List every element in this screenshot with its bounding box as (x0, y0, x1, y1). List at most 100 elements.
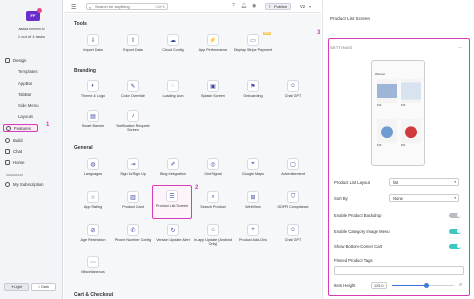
tile-blog-integration[interactable]: ✐ Blog Integration (153, 154, 193, 186)
tile-export-data[interactable]: ⇧ Export Data (113, 30, 153, 62)
tile-onboarding[interactable]: ⚑ Onboarding (233, 76, 273, 108)
backdrop-toggle[interactable] (449, 212, 461, 218)
tile-product-list-screen[interactable]: ☰ Product List Screen (152, 185, 192, 219)
help-icon[interactable]: ? (232, 3, 235, 9)
tile-advertisement[interactable]: ▢ Advertisement (273, 154, 313, 186)
light-mode-button[interactable]: ☀ Light (4, 283, 29, 291)
tile-label: Phone Number Config (114, 238, 152, 242)
sidebar-item-tabbar[interactable]: TabBar (18, 91, 32, 98)
preview-icon[interactable]: ◉ (252, 3, 256, 9)
sidebar-item-label: Build (13, 137, 23, 143)
tile-gdpr-compliance[interactable]: ⛉ GDPR Compliance (273, 187, 313, 219)
collapse-icon[interactable]: — (458, 44, 462, 49)
tile-loading-icon[interactable]: ◌ Loading Icon (153, 76, 193, 108)
top-bar: ☰ ⌕ Search for anything Ctrl+K ? 🔔︎ ◉ ⇪ … (64, 0, 321, 13)
upload-icon: ⇪ (268, 4, 272, 9)
tile-notification-request[interactable]: ♪ Notification Request Screen (113, 106, 153, 138)
tile-label: Display Stripe Payment (233, 48, 273, 52)
sidebar-item-label: My Subscription (13, 181, 44, 187)
task-progress[interactable]: 1 out of 4 tasks (0, 34, 63, 39)
tile-chat-gpt-general[interactable]: ☺ Chat GPT (273, 220, 313, 252)
sidebar-item-templates[interactable]: Templates (18, 68, 38, 75)
item-height-input[interactable]: 125.0 (371, 281, 387, 289)
tile-product-add-ons[interactable]: + Product Add-Ons (233, 220, 273, 252)
tile-languages[interactable]: ◍ Languages (73, 154, 113, 186)
preview-product-image (401, 79, 421, 103)
version-select[interactable]: V2 (300, 4, 305, 9)
tile-search-product[interactable]: ⌕ Search Product (193, 187, 233, 219)
step-marker-3: 3 (317, 30, 321, 36)
addon-icon: + (247, 224, 259, 236)
category-toggle[interactable] (449, 228, 461, 234)
cart-toggle[interactable] (449, 243, 461, 249)
search-icon: ⌕ (207, 191, 219, 203)
palette-icon: ◐ (87, 80, 99, 92)
tile-label: In-app Update (Android Only) (193, 238, 233, 247)
tile-label: App Rating (83, 205, 103, 209)
bell-icon[interactable]: 🔔︎ (241, 3, 247, 9)
search-placeholder: Search for anything (95, 4, 130, 9)
tile-sign-in[interactable]: ⇥ Sign In/Sign Up (113, 154, 153, 186)
phone-preview: Women $29 $35 $48 $52 (371, 60, 425, 166)
slider-knob[interactable] (423, 282, 429, 288)
tile-in-app-update[interactable]: ⌂ In-app Update (Android Only) (193, 220, 233, 252)
preview-product-image (377, 79, 397, 103)
layout-select[interactable]: list ▾ (389, 178, 459, 186)
tile-app-rating[interactable]: ☆ App Rating (73, 187, 113, 219)
tile-color-override[interactable]: ✎ Color Override (113, 76, 153, 108)
sidebar-item-home[interactable]: Home (5, 158, 24, 166)
sidebar-item-appbar[interactable]: AppBar (18, 80, 32, 87)
panel-title: Product List Screen (330, 16, 371, 21)
tile-label: Product Add-Ons (238, 238, 268, 242)
tile-label: Splash Screen (201, 94, 225, 98)
tile-version-update-alert[interactable]: ↻ Version Update Alert (153, 220, 193, 252)
section-title-general: General (74, 145, 93, 151)
tile-label: Cloud Config (162, 48, 184, 52)
web-icon: ⊞ (247, 191, 259, 203)
item-height-slider[interactable] (392, 282, 454, 288)
tile-miscellaneous[interactable]: ⋯ Miscellaneous (73, 252, 113, 284)
tile-label: Advertisement (281, 172, 305, 176)
cart-row: Show Bottom-Corner Cart (334, 242, 464, 250)
app-name: aaaaa.mmmm.io (18, 27, 45, 31)
sidebar-item-side-menu[interactable]: Side Menu (18, 102, 39, 109)
tile-phone-number-config[interactable]: ✆ Phone Number Config (113, 220, 153, 252)
search-input[interactable]: ⌕ Search for anything Ctrl+K (86, 3, 168, 10)
cart-label: Show Bottom-Corner Cart (334, 243, 383, 249)
publish-button[interactable]: ⇪ Publish (265, 3, 291, 10)
tile-theme-logo[interactable]: ◐ Theme & Logo (73, 76, 113, 108)
tile-smart-banner[interactable]: ▤ Smart Banner (73, 106, 113, 138)
tile-label: Import Data (83, 48, 103, 52)
sidebar-item-build[interactable]: Build (5, 136, 23, 144)
tile-age-restriction[interactable]: ⊘ Age Restriction (73, 220, 113, 252)
tile-chat-gpt[interactable]: ☺ Chat GPT (273, 76, 313, 108)
ad-icon: ▢ (287, 158, 299, 170)
sidebar-item-subscription[interactable]: My Subscription (5, 180, 44, 188)
tile-onesignal[interactable]: ◎ OneSignal (193, 154, 233, 186)
chevron-down-icon[interactable]: ▾ (309, 4, 311, 9)
tile-splash-screen[interactable]: ▣ Splash Screen (193, 76, 233, 108)
tile-cloud-config[interactable]: ☁ Cloud Config (153, 30, 193, 62)
search-icon: ⌕ (89, 5, 92, 10)
dark-mode-button[interactable]: ☾ Dark (31, 283, 56, 291)
tile-display-stripe-payment[interactable]: ▭ Display Stripe Payment NEW (233, 30, 273, 62)
step-marker-1: 1 (46, 122, 50, 128)
sidebar: FF aaaaa.mmmm.io 1 out of 4 tasks Design… (0, 0, 63, 299)
backdrop-label: Enable Product Backdrop (334, 212, 382, 218)
sidebar-item-label: Design (13, 57, 27, 63)
sidebar-item-design[interactable]: Design (5, 56, 26, 64)
sidebar-item-features[interactable]: Features (3, 124, 38, 132)
tags-input[interactable] (334, 266, 464, 275)
tile-app-performance[interactable]: ⚡ App Performance (193, 30, 233, 62)
sort-select[interactable]: None ▾ (389, 194, 459, 202)
menu-icon[interactable]: ☰ (71, 4, 76, 11)
tile-import-data[interactable]: ⇩ Import Data (73, 30, 113, 62)
sidebar-item-layouts[interactable]: Layouts (18, 113, 33, 120)
globe-icon: ◍ (87, 158, 99, 170)
sidebar-item-chat[interactable]: Chat (5, 147, 22, 155)
tile-google-maps[interactable]: ⌖ Google Maps (233, 154, 273, 186)
settings-panel: Product List Screen SETTINGS — Women $29… (317, 0, 474, 299)
reset-icon[interactable]: ↺ (459, 282, 462, 287)
tile-webview[interactable]: ⊞ WebView (233, 187, 273, 219)
tile-product-card[interactable]: ▥ Product Card (113, 187, 153, 219)
